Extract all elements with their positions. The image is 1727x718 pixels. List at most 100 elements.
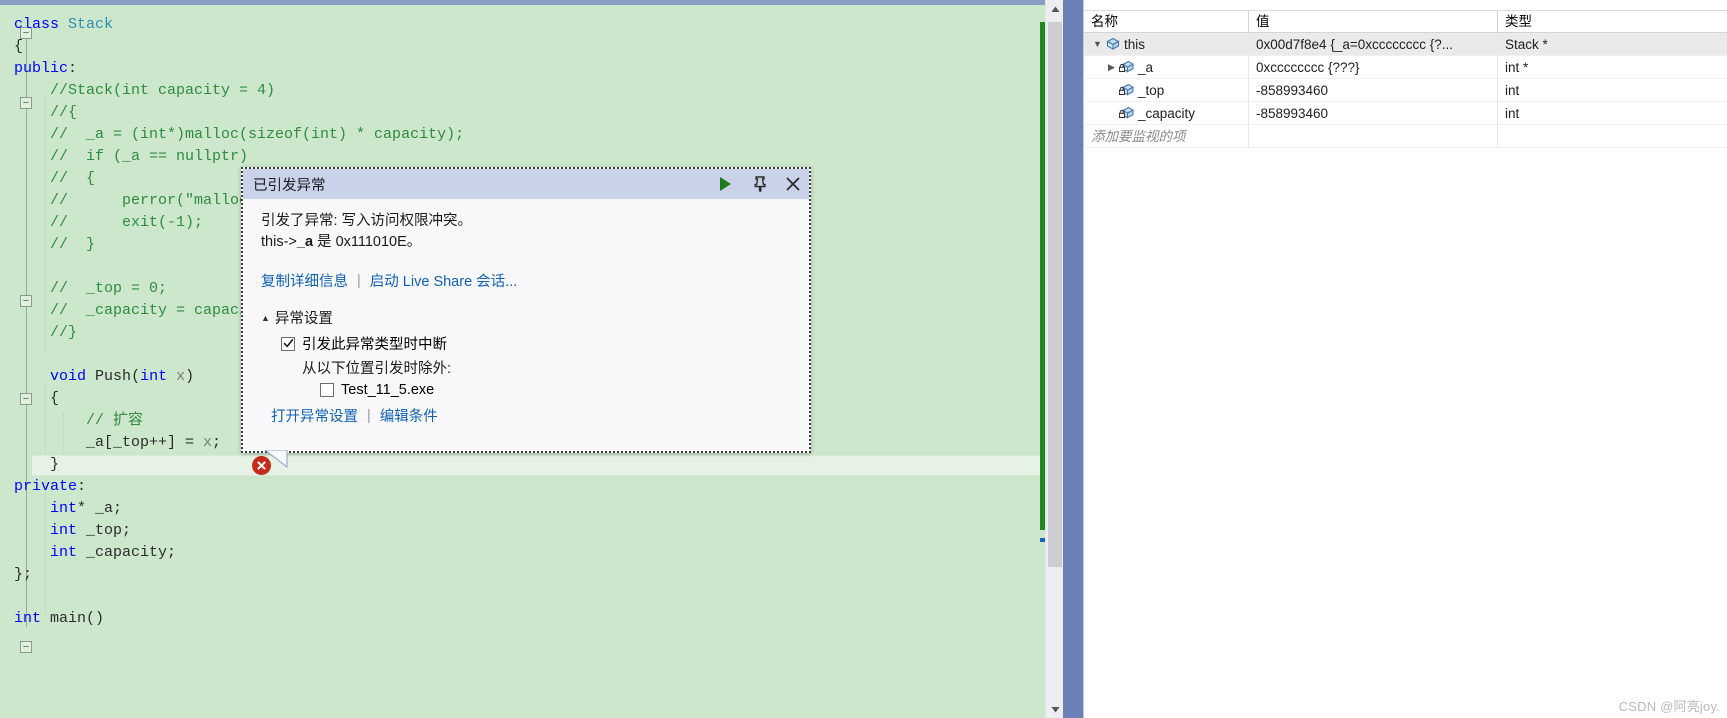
watch-row-value-cell[interactable]: 0xcccccccc {???} xyxy=(1249,55,1498,79)
code-token: _capacity; xyxy=(77,544,177,561)
object-icon xyxy=(1104,37,1121,51)
exe-exclude-checkbox[interactable] xyxy=(320,383,334,397)
exception-message-member: _a xyxy=(296,234,314,250)
code-line: // if (_a == nullptr) xyxy=(14,146,464,168)
table-row[interactable]: ▶ _a 0xcccccccc {???} int * xyxy=(1084,55,1727,79)
scroll-up-arrow-icon[interactable] xyxy=(1046,0,1064,18)
code-token: // } xyxy=(14,236,96,253)
exception-thrown-dialog[interactable]: 已引发异常 引发了异常: 写入访问权限冲突。 this->_a 是 0x1110… xyxy=(241,167,811,468)
editor-vertical-scrollbar[interactable] xyxy=(1045,0,1064,718)
code-token: ; xyxy=(212,434,222,451)
add-watch-row[interactable]: 添加要监视的项 xyxy=(1084,124,1727,148)
code-line: // _a = (int*)malloc(sizeof(int) * capac… xyxy=(14,124,464,146)
code-token: //{ xyxy=(14,104,78,121)
code-token: //Stack(int capacity = 4) xyxy=(14,82,276,99)
play-icon[interactable] xyxy=(715,174,735,194)
code-line: //{ xyxy=(14,102,464,124)
scrollbar-thumb[interactable] xyxy=(1048,22,1062,567)
code-line: //Stack(int capacity = 4) xyxy=(14,80,464,102)
code-token: { xyxy=(14,390,60,407)
table-row[interactable]: _top -858993460 int xyxy=(1084,78,1727,102)
exception-message-line2: this->_a 是 0x111010E。 xyxy=(261,232,791,253)
exception-settings-group-header[interactable]: ▲ 异常设置 xyxy=(261,307,791,328)
private-field-icon xyxy=(1118,106,1135,120)
watch-row-name-cell[interactable]: ▶ _a xyxy=(1084,55,1249,79)
code-line: } xyxy=(14,454,464,476)
exception-exe-row[interactable]: Test_11_5.exe xyxy=(320,382,791,398)
close-icon[interactable] xyxy=(783,174,803,194)
watch-row-name-cell[interactable]: ▼ this xyxy=(1084,32,1249,56)
code-token: } xyxy=(14,456,60,473)
exception-dialog-links: 复制详细信息 | 启动 Live Share 会话... xyxy=(261,270,791,291)
column-header-type[interactable]: 类型 xyxy=(1498,11,1727,33)
code-token: : xyxy=(68,60,78,77)
code-token: public xyxy=(14,60,69,77)
exception-settings-label: 异常设置 xyxy=(274,311,333,327)
watch-table[interactable]: 名称 值 类型 ▼ this 0x00d7f8e4 {_a=0xcccccccc… xyxy=(1084,10,1727,148)
exception-message-suffix: 是 0x111010E。 xyxy=(313,234,422,250)
private-field-icon xyxy=(1118,60,1135,74)
outline-toggle-main[interactable]: − xyxy=(20,641,32,653)
scroll-down-arrow-icon[interactable] xyxy=(1046,700,1064,718)
code-token: int xyxy=(50,544,78,561)
pane-splitter[interactable] xyxy=(1063,0,1083,718)
start-live-share-link[interactable]: 启动 Live Share 会话... xyxy=(370,270,517,291)
watch-name-label: _top xyxy=(1138,82,1165,98)
watch-row-type-cell: Stack * xyxy=(1505,36,1548,52)
exception-settings-section: ▲ 异常设置 引发此异常类型时中断 从以下位置引发时除外: Test_11_5.… xyxy=(261,307,791,398)
code-editor[interactable]: − − − − − class Stack{public: //Stack(in… xyxy=(0,0,1045,718)
code-token: : xyxy=(77,478,87,495)
code-token: // 扩容 xyxy=(14,412,144,429)
code-token: * _a; xyxy=(77,500,123,517)
break-when-thrown-checkbox[interactable] xyxy=(281,336,295,351)
column-header-value[interactable]: 值 xyxy=(1249,10,1498,33)
pin-icon[interactable] xyxy=(749,174,769,194)
code-token: // if (_a == nullptr) xyxy=(14,148,249,165)
add-watch-placeholder[interactable]: 添加要监视的项 xyxy=(1084,124,1249,148)
code-token: Stack xyxy=(68,16,114,33)
code-line: { xyxy=(14,36,464,58)
code-token: _a[_top++] = xyxy=(14,434,204,451)
add-watch-type-cell xyxy=(1498,125,1727,148)
code-token: int xyxy=(50,522,78,539)
code-token: //} xyxy=(14,324,78,341)
exception-dialog-title: 已引发异常 xyxy=(253,177,326,194)
add-watch-value-cell[interactable] xyxy=(1249,124,1498,148)
watch-toolbar[interactable] xyxy=(1084,0,1727,11)
column-header-name[interactable]: 名称 xyxy=(1084,10,1249,33)
screenshot-root: − − − − − class Stack{public: //Stack(in… xyxy=(0,0,1727,718)
watch-row-value-cell[interactable]: 0x00d7f8e4 {_a=0xcccccccc {?... xyxy=(1249,32,1498,56)
watch-row-name-cell[interactable]: _capacity xyxy=(1084,101,1249,125)
edit-conditions-link[interactable]: 编辑条件 xyxy=(380,405,438,426)
open-exception-settings-link[interactable]: 打开异常设置 xyxy=(271,405,358,426)
watch-row-type-cell: int xyxy=(1505,82,1520,98)
code-line: class Stack xyxy=(14,14,464,36)
copy-details-link[interactable]: 复制详细信息 xyxy=(261,270,348,291)
code-token: // _top = 0; xyxy=(14,280,168,297)
break-when-thrown-row[interactable]: 引发此异常类型时中断 xyxy=(281,333,791,354)
code-token: x xyxy=(203,434,213,451)
code-token: // _capacity = capacity; xyxy=(14,302,276,319)
table-row[interactable]: _capacity -858993460 int xyxy=(1084,101,1727,125)
chevron-down-icon[interactable]: ▼ xyxy=(1091,33,1104,56)
code-line: int* _a; xyxy=(14,498,464,520)
watch-row-type-cell: int * xyxy=(1505,59,1529,75)
code-token: int xyxy=(140,368,168,385)
watch-row-name-cell[interactable]: _top xyxy=(1084,78,1249,102)
watch-row-value-cell[interactable]: -858993460 xyxy=(1249,101,1498,125)
watch-window[interactable]: 名称 值 类型 ▼ this 0x00d7f8e4 {_a=0xcccccccc… xyxy=(1083,0,1727,718)
exception-dialog-bottom-links: 打开异常设置 | 编辑条件 xyxy=(271,405,791,426)
exe-name-label: Test_11_5.exe xyxy=(341,382,435,398)
code-line: public: xyxy=(14,58,464,80)
chevron-right-icon[interactable]: ▶ xyxy=(1105,56,1118,79)
code-token: () xyxy=(86,610,105,627)
watch-row-value-cell[interactable]: -858993460 xyxy=(1249,78,1498,102)
table-row[interactable]: ▼ this 0x00d7f8e4 {_a=0xcccccccc {?... S… xyxy=(1084,32,1727,56)
